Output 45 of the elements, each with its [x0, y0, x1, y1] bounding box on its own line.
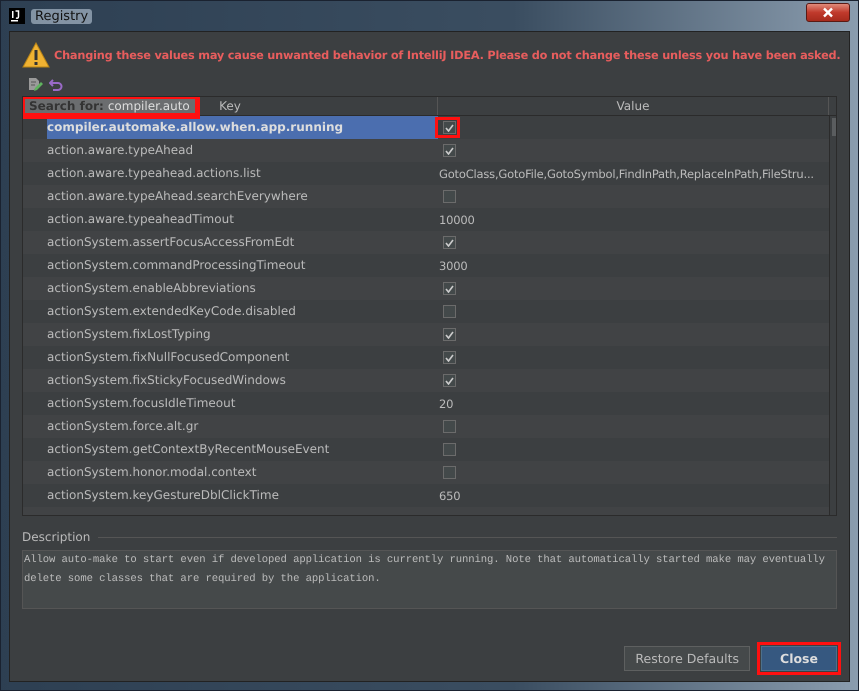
registry-key[interactable]: action.aware.typeaheadTimout: [47, 208, 438, 231]
dialog-button[interactable]: Close: [761, 646, 837, 671]
registry-key[interactable]: action.aware.typeAhead.searchEverywhere: [47, 185, 438, 208]
checkbox[interactable]: [443, 420, 456, 433]
checkbox[interactable]: [443, 466, 456, 479]
checkbox[interactable]: [443, 121, 456, 134]
checkbox[interactable]: [443, 351, 456, 364]
checkbox[interactable]: [443, 190, 456, 203]
edit-document-icon[interactable]: [28, 77, 43, 93]
registry-key[interactable]: actionSystem.focusIdleTimeout: [47, 392, 438, 415]
checkbox[interactable]: [443, 305, 456, 318]
warning-icon: [22, 42, 50, 68]
checkbox[interactable]: [443, 374, 456, 387]
description-text: Allow auto-make to start even if developed application is currently running. Note that automatically started make may eventually delete some classes that are required by the application.: [22, 550, 837, 609]
checkbox[interactable]: [443, 236, 456, 249]
registry-value[interactable]: 3000: [439, 258, 468, 272]
window-title: Registry: [31, 8, 92, 24]
registry-key[interactable]: actionSystem.fixLostTyping: [47, 323, 438, 346]
checkbox[interactable]: [443, 328, 456, 341]
registry-key[interactable]: actionSystem.keyGestureDblClickTime: [47, 484, 438, 507]
search-label: Search for:: [29, 99, 104, 113]
registry-key[interactable]: action.aware.typeAhead: [47, 139, 438, 162]
search-value: compiler.auto: [108, 99, 190, 113]
registry-key[interactable]: actionSystem.force.alt.gr: [47, 415, 438, 438]
registry-key[interactable]: actionSystem.commandProcessingTimeout: [47, 254, 438, 277]
dialog-button[interactable]: Restore Defaults: [624, 646, 750, 671]
registry-key[interactable]: action.aware.typeahead.actions.list: [47, 162, 438, 185]
undo-icon[interactable]: [49, 78, 63, 92]
app-logo-icon: [9, 8, 25, 24]
warning-message: Changing these values may cause unwanted behavior of IntelliJ IDEA. Please do not change these unless you have been asked.: [54, 48, 841, 62]
checkbox[interactable]: [443, 443, 456, 456]
registry-value[interactable]: 10000: [439, 212, 475, 226]
registry-value[interactable]: 20: [439, 396, 454, 410]
registry-key[interactable]: actionSystem.fixStickyFocusedWindows: [47, 369, 438, 392]
checkbox[interactable]: [443, 144, 456, 157]
registry-value[interactable]: GotoClass,GotoFile,GotoSymbol,FindInPath,ReplaceInPath,FileStru...: [439, 166, 814, 180]
column-header[interactable]: Value: [438, 97, 829, 115]
registry-key[interactable]: actionSystem.honor.modal.context: [47, 461, 438, 484]
registry-key[interactable]: actionSystem.enableAbbreviations: [47, 277, 438, 300]
close-icon[interactable]: [806, 2, 850, 22]
section-label: Description: [22, 530, 90, 544]
registry-value[interactable]: 650: [439, 488, 460, 502]
registry-key[interactable]: actionSystem.assertFocusAccessFromEdt: [47, 231, 438, 254]
checkbox[interactable]: [443, 282, 456, 295]
registry-key[interactable]: compiler.automake.allow.when.app.running: [47, 116, 438, 139]
